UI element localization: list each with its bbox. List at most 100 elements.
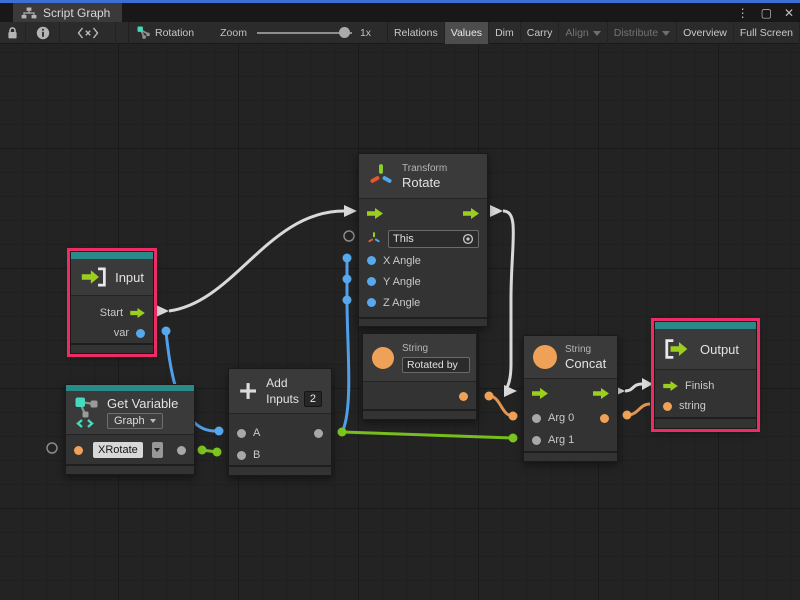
- value-in-port[interactable]: [532, 436, 541, 445]
- wire-endpoint[interactable]: [213, 448, 222, 457]
- overview-button[interactable]: Overview: [677, 22, 734, 44]
- value-out-port[interactable]: [600, 414, 609, 423]
- node-transform-rotate[interactable]: Transform Rotate This: [358, 153, 488, 327]
- fullscreen-button[interactable]: Full Screen: [734, 22, 800, 44]
- distribute-button[interactable]: Distribute: [608, 22, 677, 44]
- node-get-variable[interactable]: Get Variable Graph XRotate: [65, 384, 195, 475]
- node-header[interactable]: Add Inputs 2: [229, 369, 331, 413]
- node-subtitle: Inputs: [266, 392, 299, 406]
- rotation-toggle[interactable]: Rotation: [128, 22, 202, 44]
- flow-arrowhead[interactable]: [490, 205, 503, 217]
- info-button[interactable]: [26, 22, 60, 44]
- node-header[interactable]: Get Variable Graph: [66, 391, 194, 434]
- value-in-port[interactable]: [237, 451, 246, 460]
- flow-in-port[interactable]: [663, 381, 678, 391]
- object-picker-icon[interactable]: [462, 233, 474, 245]
- value-in-port[interactable]: [532, 414, 541, 423]
- flow-arrowhead[interactable]: [156, 305, 169, 317]
- value-out-port[interactable]: [314, 429, 323, 438]
- value-out-port[interactable]: [136, 329, 145, 338]
- flow-in-port[interactable]: [367, 208, 383, 219]
- wire-endpoint[interactable]: [509, 412, 518, 421]
- window-maximize-icon[interactable]: ▢: [761, 6, 772, 20]
- wire-endpoint[interactable]: [623, 411, 632, 420]
- value-in-port[interactable]: [367, 256, 376, 265]
- zoom-control: Zoom 1x: [220, 27, 371, 39]
- value-out-port[interactable]: [459, 392, 468, 401]
- unconnected-port-circle[interactable]: [47, 443, 57, 453]
- zoom-label: Zoom: [220, 27, 247, 39]
- value-in-port[interactable]: [237, 429, 246, 438]
- node-footer: [359, 317, 487, 326]
- node-string-literal[interactable]: String Rotated by: [362, 333, 477, 420]
- wire-endpoint[interactable]: [343, 254, 352, 263]
- this-object-field[interactable]: This: [388, 230, 479, 248]
- value-out-port[interactable]: [177, 446, 186, 455]
- graph-canvas[interactable]: Input Start var: [0, 44, 800, 600]
- wire-endpoint[interactable]: [509, 434, 518, 443]
- carry-button[interactable]: Carry: [521, 22, 560, 44]
- variables-button[interactable]: [60, 22, 116, 44]
- port-label: Arg 0: [548, 412, 574, 424]
- wire-endpoint[interactable]: [162, 327, 171, 336]
- node-header[interactable]: Input: [71, 259, 153, 295]
- port-row-b: B: [229, 444, 331, 466]
- zoom-slider-handle[interactable]: [339, 27, 350, 38]
- lock-button[interactable]: [0, 22, 26, 44]
- flow-in-port[interactable]: [532, 388, 548, 399]
- node-header[interactable]: String Rotated by: [363, 334, 476, 381]
- flow-arrowhead[interactable]: [504, 385, 517, 397]
- zoom-slider[interactable]: [257, 32, 352, 34]
- wire-endpoint[interactable]: [338, 428, 347, 437]
- node-footer: [524, 451, 617, 461]
- tab-title: Script Graph: [43, 6, 110, 20]
- value-in-port[interactable]: [367, 298, 376, 307]
- node-output[interactable]: Output Finish string: [654, 321, 757, 429]
- node-body: Arg 0 Arg 1: [524, 378, 617, 451]
- variable-picker-button[interactable]: [152, 442, 163, 458]
- flow-out-port[interactable]: [130, 308, 145, 318]
- dim-button[interactable]: Dim: [489, 22, 521, 44]
- align-button[interactable]: Align: [559, 22, 607, 44]
- wire-endpoint[interactable]: [485, 392, 494, 401]
- wire-start-to-rotate[interactable]: [169, 211, 344, 311]
- variable-name-field[interactable]: XRotate: [93, 442, 143, 458]
- flow-out-port[interactable]: [593, 388, 609, 399]
- node-header[interactable]: String Concat: [524, 336, 617, 378]
- node-add[interactable]: Add Inputs 2 A B: [228, 368, 332, 476]
- unconnected-port-circle[interactable]: [344, 231, 354, 241]
- node-body: Finish string: [655, 369, 756, 417]
- window-close-icon[interactable]: ✕: [784, 6, 794, 20]
- wire-endpoint[interactable]: [343, 296, 352, 305]
- event-strip: [71, 252, 153, 259]
- string-value-field[interactable]: Rotated by: [402, 357, 470, 373]
- flow-arrowhead[interactable]: [344, 205, 357, 217]
- tab-script-graph[interactable]: Script Graph: [13, 3, 122, 22]
- wire-endpoint[interactable]: [198, 446, 207, 455]
- relations-button[interactable]: Relations: [388, 22, 445, 44]
- node-header[interactable]: Output: [655, 329, 756, 369]
- node-input[interactable]: Input Start var: [70, 251, 154, 354]
- wire-endpoint[interactable]: [215, 427, 224, 436]
- value-in-port[interactable]: [663, 402, 672, 411]
- port-label: B: [253, 449, 260, 461]
- port-row-a: A: [229, 422, 331, 444]
- port-row-flow: [524, 379, 617, 407]
- node-header[interactable]: Transform Rotate: [359, 154, 487, 198]
- wire-rotate-to-concat[interactable]: [503, 211, 513, 391]
- node-string-concat[interactable]: String Concat Arg 0 Arg 1: [523, 335, 618, 462]
- window-menu-icon[interactable]: ⋮: [737, 6, 749, 20]
- values-button[interactable]: Values: [445, 22, 489, 44]
- wire-add-to-angles[interactable]: [343, 258, 349, 430]
- flow-arrowhead[interactable]: [642, 378, 653, 390]
- flow-out-port[interactable]: [463, 208, 479, 219]
- value-in-port[interactable]: [74, 446, 83, 455]
- variable-scope-dropdown[interactable]: Graph: [107, 413, 163, 429]
- wire-endpoint[interactable]: [343, 275, 352, 284]
- wire-string-to-concat-arg0[interactable]: [489, 396, 513, 416]
- wire-add-to-concat-arg1[interactable]: [342, 432, 513, 438]
- inputs-count-field[interactable]: 2: [304, 391, 322, 407]
- angle-x-icon: [77, 27, 99, 39]
- value-in-port[interactable]: [367, 277, 376, 286]
- wire-concat-to-output[interactable]: [625, 384, 642, 391]
